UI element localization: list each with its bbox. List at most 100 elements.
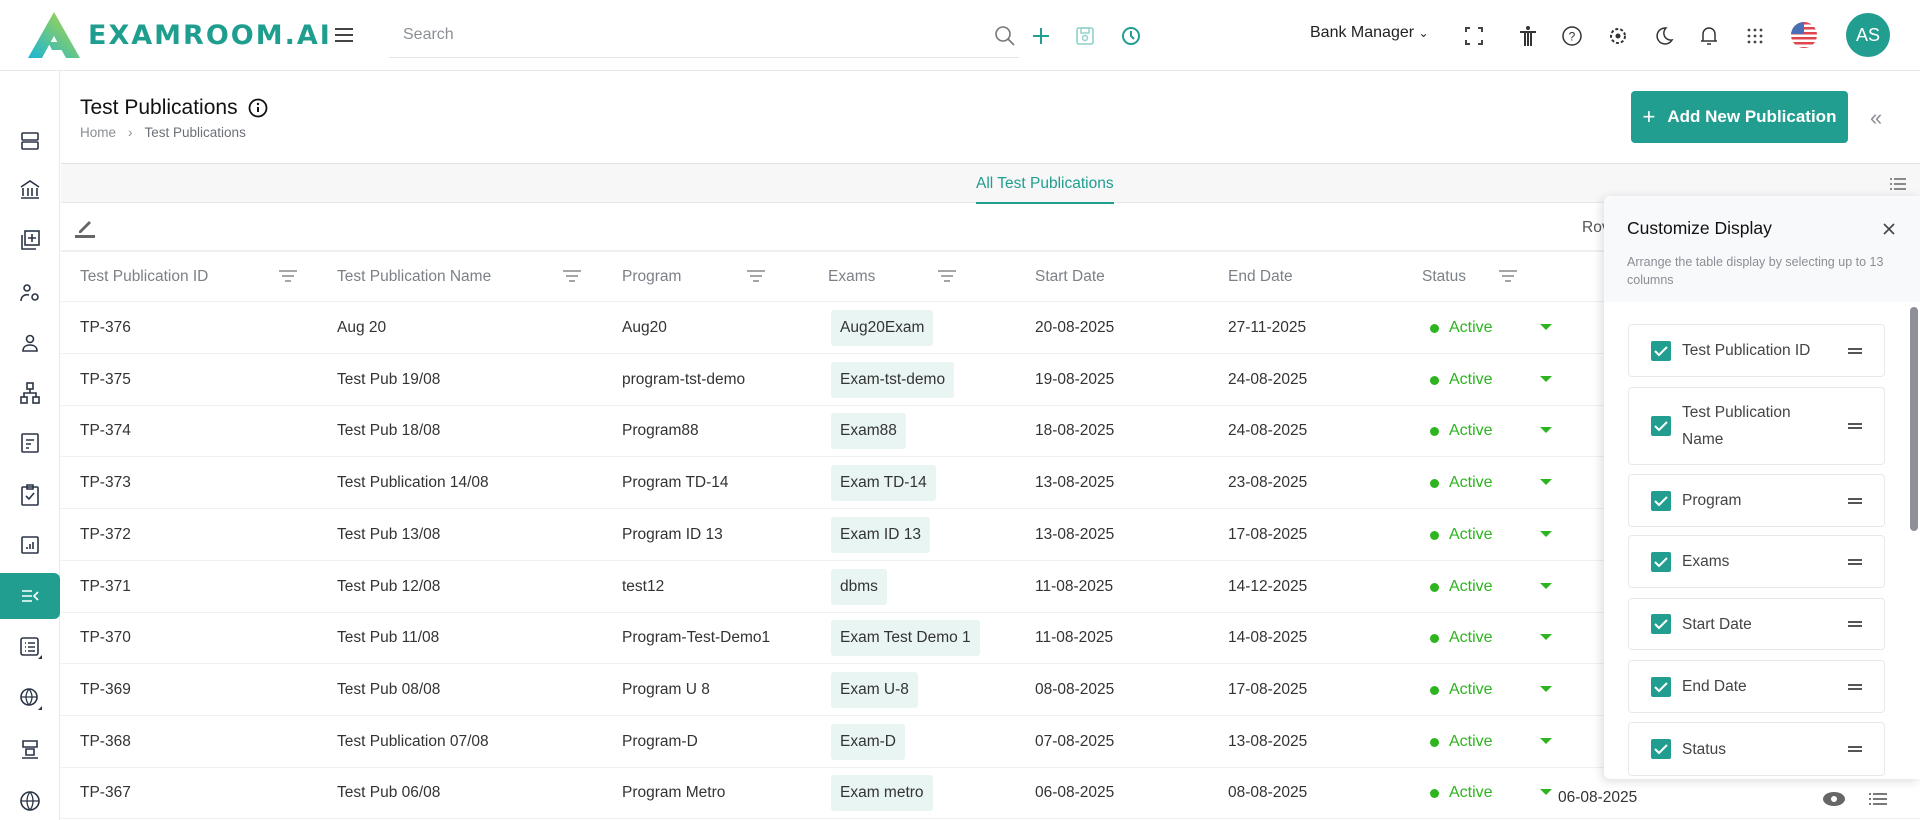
exam-chip[interactable]: Exam88 bbox=[831, 413, 906, 450]
column-option[interactable]: Program bbox=[1628, 474, 1885, 527]
user-icon[interactable] bbox=[18, 331, 42, 355]
check-icon bbox=[1654, 744, 1668, 755]
exam-chip[interactable]: Exam-tst-demo bbox=[831, 361, 955, 398]
add-copy-icon[interactable] bbox=[18, 228, 42, 252]
column-header[interactable]: Test Publication ID bbox=[80, 268, 208, 286]
view-eye-icon[interactable] bbox=[1822, 791, 1846, 807]
role-selector[interactable]: Bank Manager ⌄ bbox=[1310, 24, 1429, 42]
checkbox[interactable] bbox=[1651, 739, 1671, 759]
close-icon[interactable] bbox=[1882, 222, 1896, 236]
add-new-publication-button[interactable]: + Add New Publication bbox=[1631, 91, 1848, 143]
status-dropdown-caret-icon[interactable] bbox=[1540, 479, 1552, 486]
check-icon bbox=[1654, 556, 1668, 567]
notification-bell-icon[interactable] bbox=[1697, 24, 1721, 48]
exam-chip[interactable]: Aug20Exam bbox=[831, 310, 934, 346]
list-icon[interactable] bbox=[18, 635, 42, 659]
drag-handle-icon[interactable] bbox=[1848, 746, 1862, 752]
settings-icon[interactable] bbox=[1606, 24, 1630, 48]
status-dropdown-caret-icon[interactable] bbox=[1540, 530, 1552, 537]
tab-all-test-publications[interactable]: All Test Publications bbox=[976, 164, 1114, 204]
drag-handle-icon[interactable] bbox=[1848, 558, 1862, 565]
checkbox[interactable] bbox=[1651, 490, 1671, 511]
actions-list-icon[interactable] bbox=[1868, 791, 1888, 807]
table-cell: 13-08-2025 bbox=[1228, 732, 1308, 750]
proctor-icon[interactable] bbox=[18, 737, 42, 761]
column-header[interactable]: Exams bbox=[828, 268, 875, 286]
publications-icon[interactable] bbox=[18, 584, 42, 608]
filter-icon[interactable] bbox=[562, 269, 582, 285]
status-dropdown-caret-icon[interactable] bbox=[1540, 789, 1552, 796]
filter-icon[interactable] bbox=[937, 269, 957, 285]
column-option-label: Program bbox=[1682, 492, 1742, 509]
exam-chip[interactable]: Exam U-8 bbox=[831, 671, 918, 708]
history-icon[interactable] bbox=[1119, 24, 1143, 48]
bank-icon[interactable] bbox=[18, 178, 42, 202]
apps-grid-icon[interactable] bbox=[1743, 24, 1767, 48]
help-icon[interactable]: ? bbox=[1560, 24, 1584, 48]
status-dropdown-caret-icon[interactable] bbox=[1540, 427, 1552, 434]
column-header[interactable]: Test Publication Name bbox=[337, 268, 491, 286]
column-option[interactable]: Status bbox=[1628, 722, 1885, 776]
status-dropdown-caret-icon[interactable] bbox=[1540, 582, 1552, 589]
status-dropdown-caret-icon[interactable] bbox=[1540, 375, 1552, 382]
exam-chip[interactable]: Exam metro bbox=[831, 775, 933, 812]
checkbox[interactable] bbox=[1651, 676, 1671, 697]
hierarchy-icon[interactable] bbox=[18, 381, 42, 405]
table-cell: TP-370 bbox=[80, 629, 131, 647]
logo[interactable]: EXAMROOM.AI bbox=[28, 12, 332, 58]
drag-handle-icon[interactable] bbox=[1848, 347, 1862, 354]
checkbox[interactable] bbox=[1651, 340, 1671, 361]
search-icon[interactable] bbox=[993, 24, 1017, 48]
info-icon[interactable] bbox=[248, 98, 268, 118]
status-dropdown-caret-icon[interactable] bbox=[1540, 324, 1552, 330]
document-icon[interactable] bbox=[18, 431, 42, 455]
column-option[interactable]: Exams bbox=[1628, 535, 1885, 588]
exam-chip[interactable]: Exam Test Demo 1 bbox=[831, 620, 980, 657]
column-option[interactable]: End Date bbox=[1628, 660, 1885, 713]
checkbox[interactable] bbox=[1651, 614, 1671, 634]
filter-icon[interactable] bbox=[746, 269, 766, 285]
globe-icon[interactable] bbox=[18, 789, 42, 813]
globe-settings-icon[interactable] bbox=[18, 686, 42, 710]
breadcrumb-home[interactable]: Home bbox=[80, 125, 116, 140]
column-header[interactable]: Start Date bbox=[1035, 268, 1105, 286]
column-option[interactable]: Start Date bbox=[1628, 598, 1885, 650]
drag-handle-icon[interactable] bbox=[1848, 497, 1862, 504]
drag-handle-icon[interactable] bbox=[1848, 621, 1862, 627]
exam-chip[interactable]: dbms bbox=[831, 568, 887, 605]
edit-pencil-icon[interactable] bbox=[73, 215, 97, 239]
exam-chip[interactable]: Exam ID 13 bbox=[831, 516, 930, 553]
filter-icon[interactable] bbox=[1498, 269, 1518, 285]
avatar[interactable]: AS bbox=[1846, 13, 1890, 57]
column-header[interactable]: End Date bbox=[1228, 268, 1293, 286]
user-settings-icon[interactable] bbox=[18, 281, 42, 305]
report-chart-icon[interactable] bbox=[18, 533, 42, 557]
menu-icon[interactable] bbox=[333, 24, 355, 51]
collapse-double-chevron-icon[interactable]: « bbox=[1870, 105, 1882, 131]
search-input[interactable]: Search bbox=[389, 14, 1019, 58]
status-dropdown-caret-icon[interactable] bbox=[1540, 685, 1552, 692]
column-list-icon[interactable] bbox=[1889, 176, 1907, 192]
panel-scrollbar[interactable] bbox=[1910, 307, 1918, 531]
dark-mode-icon[interactable] bbox=[1652, 24, 1676, 48]
accessibility-icon[interactable] bbox=[1516, 24, 1540, 48]
server-icon[interactable] bbox=[18, 129, 42, 153]
add-icon[interactable] bbox=[1029, 24, 1053, 48]
exam-chip[interactable]: Exam-D bbox=[831, 723, 905, 760]
us-flag-icon[interactable] bbox=[1790, 21, 1818, 49]
clipboard-check-icon[interactable] bbox=[18, 483, 42, 507]
column-header[interactable]: Program bbox=[622, 268, 681, 286]
column-option[interactable]: Test Publication Name bbox=[1628, 387, 1885, 465]
fullscreen-icon[interactable] bbox=[1462, 24, 1486, 48]
save-icon[interactable] bbox=[1073, 24, 1097, 48]
filter-icon[interactable] bbox=[278, 269, 298, 285]
status-dropdown-caret-icon[interactable] bbox=[1540, 737, 1552, 744]
drag-handle-icon[interactable] bbox=[1848, 683, 1862, 690]
checkbox[interactable] bbox=[1651, 551, 1671, 572]
drag-handle-icon[interactable] bbox=[1848, 423, 1862, 429]
checkbox[interactable] bbox=[1651, 416, 1671, 436]
column-header[interactable]: Status bbox=[1422, 268, 1466, 286]
column-option[interactable]: Test Publication ID bbox=[1628, 324, 1885, 377]
exam-chip[interactable]: Exam TD-14 bbox=[831, 465, 936, 502]
status-dropdown-caret-icon[interactable] bbox=[1540, 634, 1552, 641]
